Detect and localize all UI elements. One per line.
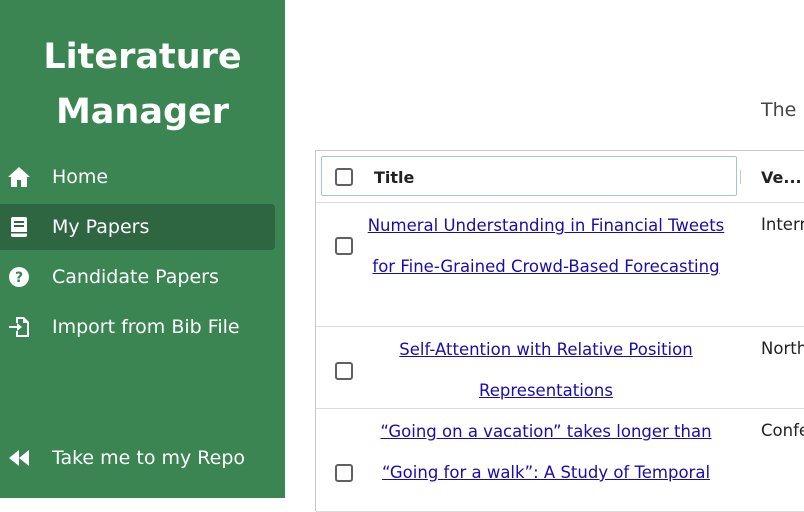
sidebar-item-label: Import from Bib File (52, 316, 240, 338)
home-icon (7, 165, 31, 189)
sidebar-item-label: Candidate Papers (52, 266, 219, 288)
paper-venue: Confe (761, 421, 804, 440)
papers-table: Title Ve... Numeral Understanding in Fin… (315, 150, 804, 512)
row-checkbox[interactable] (335, 237, 353, 255)
paper-title-line: Numeral Understanding in Financial Tweet… (367, 216, 725, 235)
question-circle-icon: ? (7, 265, 31, 289)
paper-title-line: Self-Attention with Relative Position (399, 340, 693, 359)
app-title-line1: Literature (43, 37, 242, 77)
sidebar: Literature Manager Home My Papers ? Cand… (0, 0, 285, 498)
file-import-icon (7, 315, 31, 339)
select-all-checkbox[interactable] (335, 168, 353, 186)
venue-column-header[interactable]: Ve... (761, 168, 802, 187)
paper-venue: North (761, 339, 804, 358)
table-header: Title Ve... (316, 151, 804, 203)
app-title-line2: Manager (55, 92, 230, 132)
column-separator[interactable] (740, 170, 741, 184)
paper-venue: Intern (761, 215, 804, 234)
backward-icon (7, 446, 31, 470)
sidebar-item-label: My Papers (52, 216, 150, 238)
sidebar-item-label: Take me to my Repo (52, 447, 246, 469)
table-row[interactable]: Numeral Understanding in Financial Tweet… (316, 203, 804, 327)
sidebar-item-label: Home (52, 166, 109, 188)
row-checkbox[interactable] (335, 464, 353, 482)
paper-title-link[interactable]: Self-Attention with Relative Position Re… (366, 329, 726, 411)
paper-title-line: for Fine-Grained Crowd-Based Forecasting (372, 257, 720, 276)
sidebar-item-import-bib[interactable]: Import from Bib File (0, 304, 275, 350)
sidebar-item-candidate-papers[interactable]: ? Candidate Papers (0, 254, 275, 300)
page-description: The p (761, 99, 804, 121)
paper-title-line: “Going on a vacation” takes longer than (380, 422, 712, 441)
paper-title-link[interactable]: Numeral Understanding in Financial Tweet… (366, 205, 726, 287)
paper-title-link[interactable]: “Going on a vacation” takes longer than … (366, 411, 726, 493)
paper-title-line: Representations (479, 381, 613, 400)
sidebar-item-my-papers[interactable]: My Papers (0, 204, 275, 250)
paper-title-line: “Going for a walk”: A Study of Temporal (381, 463, 711, 482)
row-checkbox[interactable] (335, 362, 353, 380)
table-row[interactable]: “Going on a vacation” takes longer than … (316, 409, 804, 512)
app-title: Literature Manager (0, 30, 285, 140)
svg-text:?: ? (15, 270, 23, 286)
book-icon (7, 215, 31, 239)
sidebar-item-home[interactable]: Home (0, 154, 275, 200)
title-column-label: Title (374, 168, 415, 187)
table-row[interactable]: Self-Attention with Relative Position Re… (316, 327, 804, 409)
sidebar-item-repo[interactable]: Take me to my Repo (0, 435, 275, 481)
